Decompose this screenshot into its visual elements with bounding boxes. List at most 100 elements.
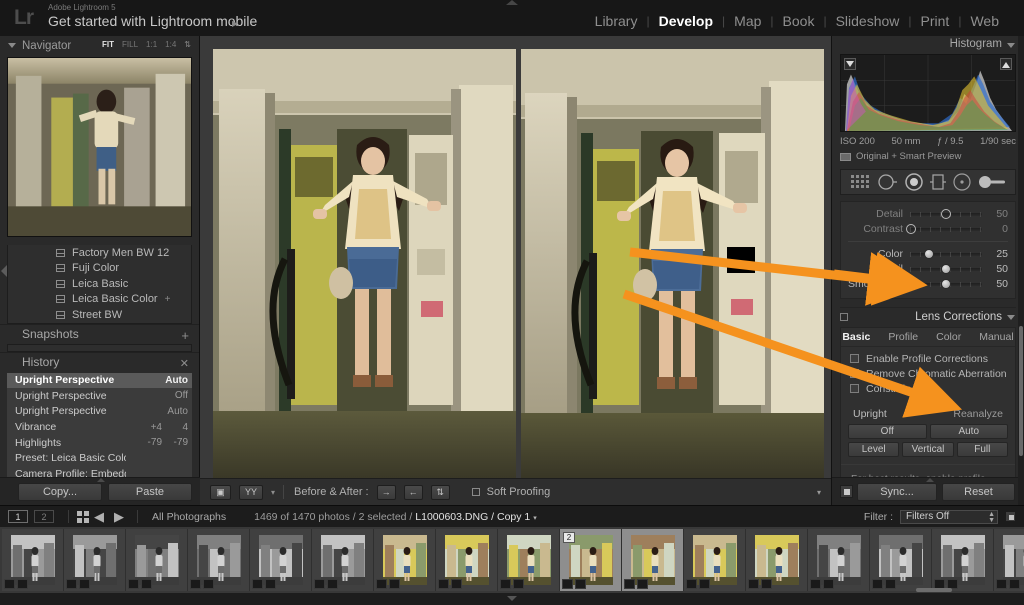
before-image-pane[interactable]: Before (213, 49, 516, 478)
upright-level-button[interactable]: Level (848, 442, 900, 457)
filmstrip-thumbnail[interactable] (994, 529, 1024, 591)
slider-row[interactable]: Detail 50 (841, 262, 1015, 276)
filmstrip-thumbnail[interactable] (622, 529, 684, 591)
left-panel-collapse-arrow-icon[interactable] (1, 265, 7, 277)
slider-knob[interactable] (906, 223, 917, 234)
lens-corrections-enable-checkbox[interactable] (840, 313, 848, 321)
checkbox[interactable] (850, 384, 859, 393)
module-web[interactable]: Web (961, 14, 1008, 28)
history-row[interactable]: Upright Perspective Auto (7, 372, 192, 389)
filter-enable-switch[interactable] (1005, 511, 1016, 522)
grid-view-icon[interactable] (77, 510, 89, 523)
tab-profile[interactable]: Profile (879, 331, 927, 343)
slider-value[interactable]: 50 (982, 263, 1008, 275)
tab-color[interactable]: Color (927, 331, 970, 343)
view-mode-icon[interactable]: ▣ (210, 484, 231, 500)
checkbox[interactable] (850, 354, 859, 363)
clear-history-icon[interactable]: ✕ (180, 357, 189, 370)
highlight-clipping-indicator[interactable] (1000, 58, 1012, 70)
after-image-pane[interactable]: After (521, 49, 824, 478)
module-print[interactable]: Print (912, 14, 959, 28)
slider-knob[interactable] (941, 278, 951, 289)
crop-overlay-icon[interactable] (878, 173, 898, 191)
tab-manual[interactable]: Manual (970, 331, 1022, 343)
slider-row[interactable]: Contrast 0 (841, 222, 1015, 236)
reset-button[interactable]: Reset (942, 483, 1015, 501)
filmstrip-thumbnail[interactable] (250, 529, 312, 591)
slider-track[interactable] (910, 278, 982, 289)
identity-plate-arrow-icon[interactable]: ▶ (232, 19, 238, 28)
navigator-zoom-fit[interactable]: FIT (102, 40, 114, 49)
spot-removal-icon[interactable] (904, 173, 924, 191)
slider-value[interactable]: 0 (982, 223, 1008, 235)
module-slideshow[interactable]: Slideshow (827, 14, 909, 28)
preset-item[interactable]: Leica Basic Color + (8, 292, 191, 308)
filmstrip-thumbnail[interactable] (436, 529, 498, 591)
right-toolbar-caret-icon[interactable] (926, 478, 934, 482)
navigator-zoom-1-1[interactable]: 1:1 (146, 40, 157, 49)
red-eye-icon[interactable] (930, 173, 946, 191)
module-library[interactable]: Library (586, 14, 647, 28)
lens-correction-option[interactable]: Constrain Crop (841, 381, 1015, 396)
soft-proofing-checkbox[interactable] (471, 488, 480, 496)
filmstrip-thumbnail[interactable] (932, 529, 994, 591)
history-row[interactable]: Highlights -79 -79 (7, 435, 192, 451)
sync-button[interactable]: Sync... (857, 483, 937, 501)
slider-track[interactable] (906, 223, 982, 234)
filmstrip-thumbnail[interactable] (312, 529, 374, 591)
graduated-filter-icon[interactable] (952, 173, 972, 191)
filmstrip-thumbnail[interactable] (808, 529, 870, 591)
filmstrip-thumbnail[interactable]: 2 (560, 529, 622, 591)
navigator-zoom-fill[interactable]: FILL (122, 40, 138, 49)
checkbox[interactable] (850, 369, 859, 378)
slider-knob[interactable] (941, 208, 951, 219)
mask-grid-icon[interactable] (850, 174, 872, 190)
shadow-clipping-indicator[interactable] (844, 58, 856, 70)
navigator-zoom-1-4[interactable]: 1:4 (165, 40, 176, 49)
filmstrip[interactable]: 2 (0, 527, 1024, 593)
flagging-icon[interactable]: YY (239, 484, 263, 500)
toolbar-options-caret-icon[interactable]: ▾ (817, 488, 821, 497)
navigator-disclosure-triangle-icon[interactable] (8, 43, 16, 48)
slider-knob[interactable] (923, 248, 934, 259)
filmstrip-thumbnail[interactable] (2, 529, 64, 591)
filmstrip-thumbnail[interactable] (746, 529, 808, 591)
upright-full-button[interactable]: Full (956, 442, 1008, 457)
swap-before-after-icon[interactable]: ⇅ (430, 484, 450, 500)
previous-photo-icon[interactable]: ◀ (94, 509, 104, 525)
module-develop[interactable]: Develop (650, 14, 722, 28)
right-panel-scrollbar-thumb[interactable] (1019, 326, 1023, 456)
upright-off-button[interactable]: Off (848, 424, 927, 439)
left-toolbar-caret-icon[interactable] (97, 478, 105, 482)
right-panel-scrollbar[interactable] (1018, 36, 1024, 505)
source-label[interactable]: All Photographs (152, 511, 226, 523)
histogram-header[interactable]: Histogram (832, 36, 1024, 54)
module-map[interactable]: Map (725, 14, 770, 28)
history-header[interactable]: History ✕ (0, 351, 199, 372)
preset-item[interactable]: Leica Basic (8, 276, 191, 292)
history-row[interactable]: Preset: Leica Basic Color (7, 450, 192, 466)
histogram-disclosure-triangle-icon[interactable] (1007, 43, 1015, 48)
filmstrip-thumbnail[interactable] (126, 529, 188, 591)
lens-correction-option[interactable]: Remove Chromatic Aberration (841, 366, 1015, 381)
slider-value[interactable]: 50 (982, 278, 1008, 290)
module-book[interactable]: Book (774, 14, 824, 28)
primary-display-button[interactable]: 1 (8, 510, 28, 523)
filmstrip-thumbnail[interactable] (64, 529, 126, 591)
slider-track[interactable] (910, 208, 982, 219)
toolbar-flag-caret-icon[interactable]: ▾ (271, 488, 275, 497)
navigator-header[interactable]: Navigator FIT FILL 1:1 1:4 ⇅ (0, 36, 199, 55)
copy-settings-button[interactable]: Copy... (18, 483, 102, 501)
smart-preview-status[interactable]: Original + Smart Preview (840, 151, 1016, 162)
topbar-collapse-caret[interactable] (506, 0, 518, 5)
slider-row[interactable]: Smoothness 50 (841, 277, 1015, 291)
secondary-display-button[interactable]: 2 (34, 510, 54, 523)
slider-value[interactable]: 25 (982, 248, 1008, 260)
adjustment-brush-icon[interactable] (978, 174, 1006, 190)
lens-corrections-disclosure-triangle-icon[interactable] (1007, 315, 1015, 320)
filename-caret-icon[interactable]: ▾ (533, 515, 537, 522)
slider-track[interactable] (910, 263, 982, 274)
filmstrip-collapse-caret-icon[interactable] (507, 596, 517, 601)
upright-vertical-button[interactable]: Vertical (902, 442, 954, 457)
filmstrip-thumbnail[interactable] (684, 529, 746, 591)
